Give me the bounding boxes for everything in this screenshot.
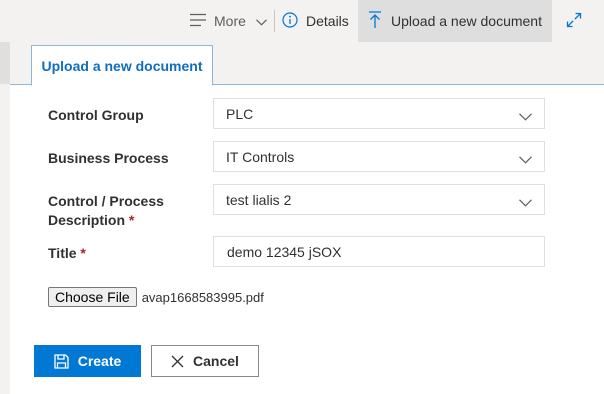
chevron-down-icon [519,151,532,167]
business-process-label: Business Process [48,150,169,166]
control-description-label-line1: Control / Process [48,193,164,209]
expand-icon [566,12,582,31]
more-label: More [214,13,246,29]
command-bar: More Details Upload a new document [0,0,604,42]
required-mark: * [128,212,135,228]
more-button[interactable]: More [190,0,270,42]
cancel-label: Cancel [193,353,239,369]
title-label: Title * [48,244,86,263]
left-panel-shade [0,42,10,84]
choose-file-button[interactable]: Choose File [48,287,137,307]
chevron-down-icon [519,194,532,210]
close-icon [171,355,184,368]
chevron-down-icon [255,13,267,29]
required-mark: * [80,245,86,261]
details-button[interactable]: Details [282,0,356,42]
menu-icon [190,13,206,30]
title-label-text: Title [48,245,77,261]
control-description-select[interactable]: test lialis 2 [213,184,545,215]
left-panel-edge [0,42,10,394]
control-description-value: test lialis 2 [226,191,292,208]
tab-bar: Upload a new document [10,42,604,86]
tab-upload-document[interactable]: Upload a new document [31,45,213,86]
business-process-value: IT Controls [226,148,295,165]
control-group-value: PLC [226,105,254,122]
file-upload-row: Choose File avap1668583995.pdf [48,287,264,307]
info-icon [282,11,298,31]
tab-label: Upload a new document [41,57,203,74]
selected-file-name: avap1668583995.pdf [141,289,264,305]
upload-label: Upload a new document [391,13,542,29]
control-description-label: Control / Process Description * [48,192,164,230]
business-process-select[interactable]: IT Controls [213,141,545,172]
upload-icon [368,10,382,32]
create-button[interactable]: Create [34,345,141,377]
save-icon [54,353,69,369]
title-input-value: demo 12345 jSOX [227,243,342,260]
cancel-button[interactable]: Cancel [151,345,259,377]
upload-document-button[interactable]: Upload a new document [358,0,552,42]
create-label: Create [77,353,122,369]
details-label: Details [306,13,349,29]
expand-button[interactable] [560,0,588,42]
control-group-select[interactable]: PLC [213,98,545,129]
control-description-label-line2: Description [48,212,126,228]
title-input[interactable]: demo 12345 jSOX [213,236,545,267]
command-separator [274,10,275,32]
chevron-down-icon [519,108,532,124]
control-group-label: Control Group [48,107,144,123]
